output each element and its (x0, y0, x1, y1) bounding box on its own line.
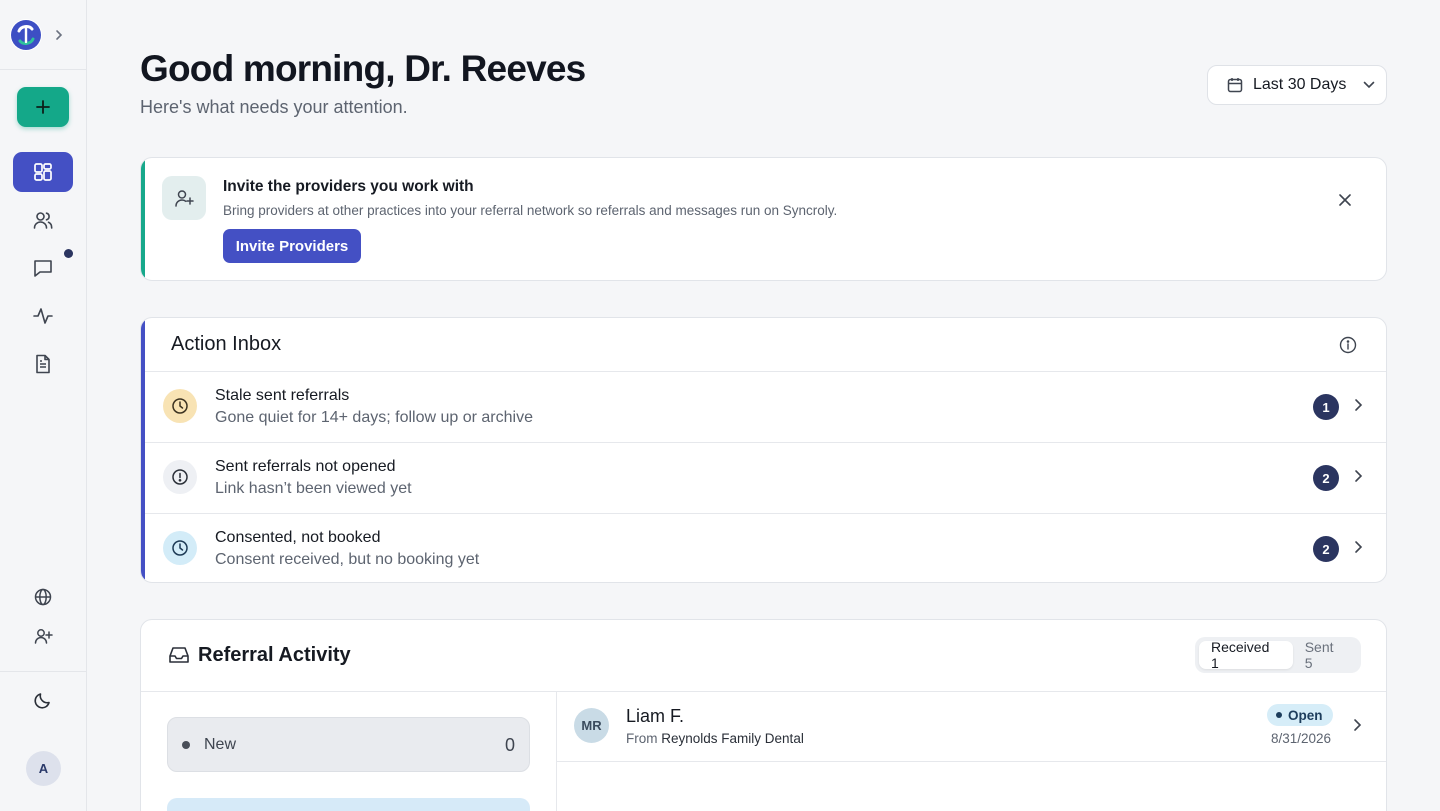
status-count: 0 (504, 735, 515, 755)
page-title: Good morning, Dr. Reeves (140, 48, 586, 89)
close-icon[interactable] (1334, 189, 1356, 211)
user-plus-icon (162, 176, 206, 220)
tab-received[interactable]: Received 1 (1199, 639, 1293, 671)
inbox-item-title: Stale sent referrals (215, 387, 350, 404)
sidebar: A (0, 0, 87, 811)
plus-icon (36, 100, 50, 114)
globe-icon (34, 588, 52, 606)
inbox-item-not-opened[interactable]: Sent referrals not opened Link hasn’t be… (145, 442, 1386, 513)
nav-documents[interactable] (13, 344, 73, 384)
user-avatar[interactable]: A (26, 751, 61, 786)
users-icon (33, 212, 53, 229)
alert-circle-icon (163, 460, 197, 494)
nav-invite[interactable] (13, 616, 73, 656)
inbox-tray-icon (168, 645, 190, 665)
invite-providers-button[interactable]: Invite Providers (223, 229, 361, 263)
action-inbox-title: Action Inbox (171, 333, 282, 355)
syncroly-logo[interactable] (10, 19, 42, 51)
count-badge: 1 (1313, 394, 1339, 420)
status-label: New (204, 736, 237, 753)
invite-title: Invite the providers you work with (223, 178, 474, 195)
clock-icon (163, 389, 197, 423)
inbox-item-subtitle: Link hasn’t been viewed yet (215, 480, 412, 497)
nav-activity[interactable] (13, 296, 73, 336)
referral-avatar: MR (574, 708, 609, 743)
referral-source: From Reynolds Family Dental (626, 731, 804, 746)
new-referral-button[interactable] (17, 87, 69, 127)
nav-providers[interactable] (13, 200, 73, 240)
referral-direction-toggle: Received 1 Sent 5 (1195, 637, 1361, 673)
info-icon[interactable] (1337, 334, 1359, 356)
moon-icon (34, 693, 50, 709)
document-icon (36, 354, 50, 374)
inbox-item-subtitle: Consent received, but no booking yet (215, 551, 480, 568)
sidebar-divider (0, 69, 87, 70)
inbox-item-consented-not-booked[interactable]: Consented, not booked Consent received, … (145, 513, 1386, 582)
status-filter-next[interactable] (167, 798, 530, 811)
unread-indicator (64, 249, 73, 258)
nav-dashboard[interactable] (13, 152, 73, 192)
nav-theme-toggle[interactable] (13, 680, 73, 720)
calendar-icon (1227, 78, 1243, 93)
grid-icon (34, 163, 52, 181)
count-badge: 2 (1313, 465, 1339, 491)
referral-activity: Referral Activity Received 1 Sent 5 New … (140, 619, 1387, 811)
pulse-icon (33, 308, 53, 324)
clock-icon (163, 531, 197, 565)
referral-date: 8/31/2026 (1271, 731, 1332, 746)
practice-name: Reynolds Family Dental (661, 731, 804, 746)
chevron-right-icon (1353, 398, 1363, 412)
nav-network[interactable] (13, 577, 73, 617)
sidebar-divider (0, 671, 87, 672)
inbox-item-title: Consented, not booked (215, 529, 381, 546)
page-subtitle: Here's what needs your attention. (140, 97, 408, 117)
message-icon (34, 260, 52, 277)
referral-activity-title: Referral Activity (198, 644, 351, 666)
inbox-item-subtitle: Gone quiet for 14+ days; follow up or ar… (215, 409, 533, 426)
status-filter-new[interactable]: New 0 (167, 717, 530, 772)
invite-description: Bring providers at other practices into … (223, 203, 838, 218)
count-badge: 2 (1313, 536, 1339, 562)
user-plus-icon (34, 629, 53, 644)
date-range-select[interactable]: Last 30 Days (1207, 65, 1387, 105)
chevron-down-icon (1363, 81, 1375, 89)
referral-row[interactable]: MR Liam F. From Reynolds Family Dental O… (557, 692, 1386, 762)
patient-name: Liam F. (626, 706, 685, 726)
inbox-item-stale-referrals[interactable]: Stale sent referrals Gone quiet for 14+ … (145, 371, 1386, 442)
status-dot (182, 741, 190, 749)
inbox-item-title: Sent referrals not opened (215, 458, 396, 475)
chevron-right-icon (1352, 718, 1362, 732)
action-inbox: Action Inbox Stale sent referrals Gone q… (140, 317, 1387, 583)
chevron-right-icon[interactable] (51, 27, 67, 43)
chevron-right-icon (1353, 469, 1363, 483)
tab-sent[interactable]: Sent 5 (1293, 639, 1357, 671)
invite-banner: Invite the providers you work with Bring… (140, 157, 1387, 281)
status-badge: Open (1267, 704, 1333, 726)
chevron-right-icon (1353, 540, 1363, 554)
date-range-label: Last 30 Days (1253, 76, 1347, 93)
